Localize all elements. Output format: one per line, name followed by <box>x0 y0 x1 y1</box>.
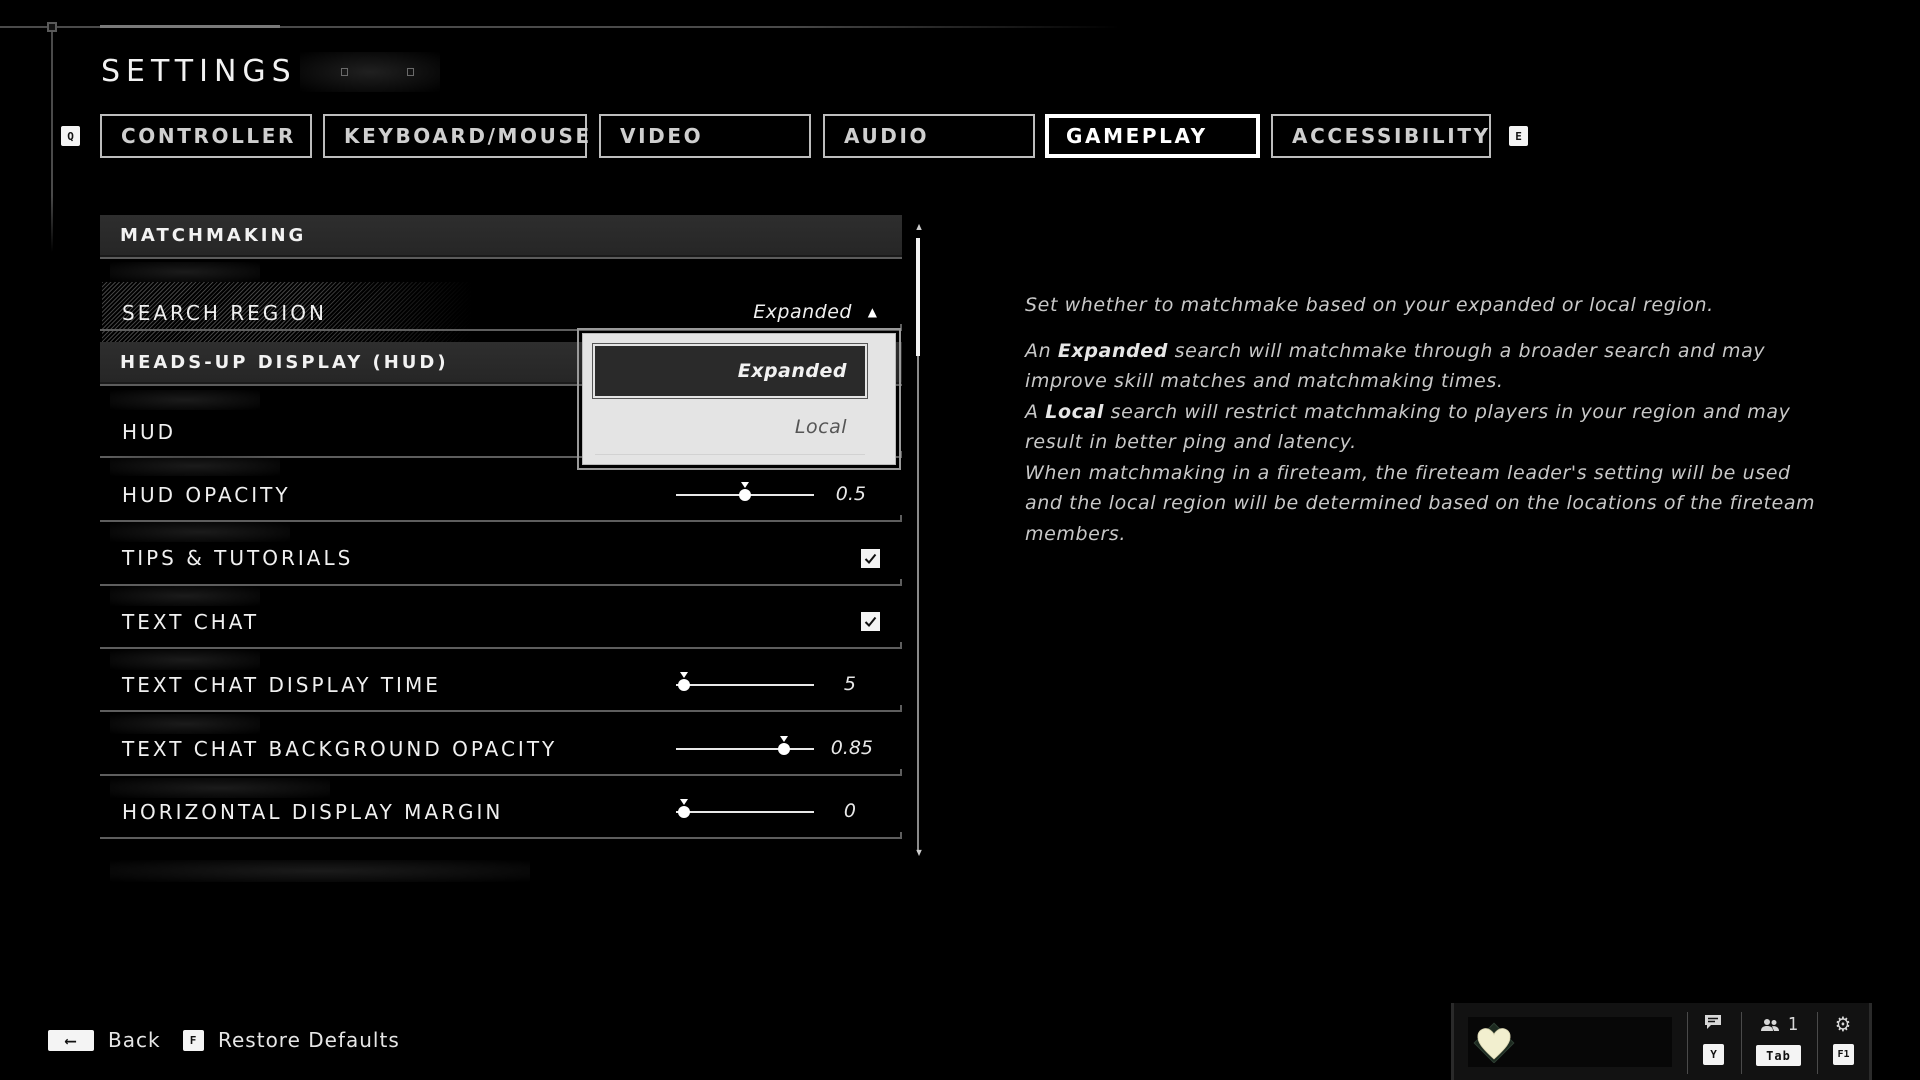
tips-tutorials-checkbox[interactable] <box>861 549 880 568</box>
row-ghost <box>110 262 260 282</box>
row-divider <box>100 832 902 839</box>
tab-accessibility[interactable]: ACCESSIBILITY <box>1271 114 1491 158</box>
tab-keyboard-mouse[interactable]: KEYBOARD/MOUSE <box>323 114 589 158</box>
section-title: HEADS-UP DISPLAY (HUD) <box>120 351 449 373</box>
setting-row-tips-tutorials[interactable]: TIPS & TUTORIALS <box>100 526 902 590</box>
text-chat-bg-opacity-value: 0.85 <box>830 737 873 759</box>
slider-marker-icon <box>741 482 749 488</box>
checkmark-icon <box>864 553 877 564</box>
row-divider <box>100 642 902 649</box>
scroll-up-arrow-icon[interactable]: ▲ <box>914 222 924 231</box>
setting-label: TEXT CHAT BACKGROUND OPACITY <box>122 737 558 761</box>
text-chat-bg-opacity-slider[interactable] <box>676 736 814 761</box>
fireteam-key-hint[interactable]: Tab <box>1756 1045 1801 1066</box>
slider-marker-icon <box>680 672 688 678</box>
setting-label: HORIZONTAL DISPLAY MARGIN <box>122 800 504 824</box>
next-tab-key-hint[interactable]: E <box>1509 126 1528 146</box>
fireteam-indicator[interactable]: 1 <box>1760 1014 1798 1035</box>
dropdown-option-local[interactable]: Local <box>595 402 865 452</box>
search-region-dropdown: Expanded Local <box>577 328 901 470</box>
fireteam-count: 1 <box>1788 1014 1799 1035</box>
heart-emblem-icon <box>1473 1022 1515 1063</box>
slider-track <box>676 811 814 813</box>
scroll-down-arrow-icon[interactable]: ▼ <box>914 848 924 857</box>
setting-description: Set whether to matchmake based on your e… <box>1025 290 1825 549</box>
text-chat-display-time-value: 5 <box>843 673 856 695</box>
row-divider <box>100 769 902 776</box>
checkmark-icon <box>864 616 877 627</box>
restore-defaults-label: Restore Defaults <box>218 1028 400 1052</box>
slider-track <box>676 748 814 750</box>
chat-key-hint[interactable]: Y <box>1703 1044 1724 1065</box>
setting-label: TEXT CHAT <box>122 610 260 634</box>
settings-key-hint[interactable]: F1 <box>1833 1044 1854 1065</box>
tab-gameplay[interactable]: GAMEPLAY <box>1045 114 1260 158</box>
description-paragraph: A Local search will restrict matchmaking… <box>1025 400 1791 454</box>
tab-controller[interactable]: CONTROLLER <box>100 114 312 158</box>
horizontal-margin-slider[interactable] <box>676 799 814 824</box>
scrollbar-thumb[interactable] <box>916 238 920 356</box>
setting-label: HUD OPACITY <box>122 483 291 507</box>
fireteam-icon <box>1761 1018 1779 1031</box>
settings-gear-icon[interactable]: ⚙ <box>1832 1012 1854 1036</box>
search-region-value: Expanded <box>753 301 852 323</box>
title-dot-icon <box>407 68 414 76</box>
player-nameplate[interactable] <box>1468 1017 1672 1067</box>
description-paragraph: An Expanded search will matchmake throug… <box>1025 339 1766 393</box>
back-label: Back <box>108 1028 161 1052</box>
back-button[interactable]: ⟵ Back <box>48 1028 161 1052</box>
restore-defaults-button[interactable]: F Restore Defaults <box>183 1028 400 1052</box>
row-divider <box>100 324 902 331</box>
dropdown-divider <box>595 454 865 455</box>
text-chat-checkbox[interactable] <box>861 612 880 631</box>
title-decoration <box>300 52 440 92</box>
tab-video[interactable]: VIDEO <box>599 114 811 158</box>
section-header-matchmaking: MATCHMAKING <box>100 215 902 257</box>
slider-marker-icon <box>780 736 789 742</box>
horizontal-margin-value: 0 <box>843 800 856 822</box>
back-arrow-icon: ⟵ <box>48 1029 94 1051</box>
caret-up-icon: ▲ <box>867 305 880 319</box>
slider-thumb[interactable] <box>778 743 791 755</box>
prev-tab-key-hint[interactable]: Q <box>61 126 80 146</box>
slider-thumb[interactable] <box>678 679 690 691</box>
section-divider <box>100 257 902 259</box>
hud-opacity-value: 0.5 <box>835 483 866 505</box>
frame-vertical-line <box>51 27 53 252</box>
hud-opacity-slider[interactable] <box>676 482 814 507</box>
restore-key-hint: F <box>183 1029 204 1051</box>
slider-thumb[interactable] <box>739 489 751 501</box>
frame-corner-node <box>47 22 57 32</box>
chat-icon[interactable] <box>1703 1013 1725 1033</box>
header-frame-highlight <box>100 25 280 28</box>
description-line: Set whether to matchmake based on your e… <box>1025 294 1714 316</box>
separator <box>1741 1012 1742 1074</box>
setting-label: TEXT CHAT DISPLAY TIME <box>122 673 441 697</box>
setting-label: SEARCH REGION <box>122 301 327 325</box>
tab-audio[interactable]: AUDIO <box>823 114 1035 158</box>
slider-thumb[interactable] <box>678 806 690 818</box>
row-ghost <box>110 860 530 882</box>
setting-row-text-chat[interactable]: TEXT CHAT <box>100 590 902 654</box>
row-divider <box>100 705 902 712</box>
dropdown-option-expanded[interactable]: Expanded <box>592 343 868 399</box>
page-title: SETTINGS <box>101 54 297 89</box>
text-chat-display-time-slider[interactable] <box>676 672 814 697</box>
setting-label: TIPS & TUTORIALS <box>122 546 354 570</box>
separator <box>1817 1012 1818 1074</box>
slider-marker-icon <box>680 799 688 805</box>
description-paragraph: When matchmaking in a fireteam, the fire… <box>1025 461 1816 545</box>
separator <box>1687 1012 1688 1074</box>
setting-label: HUD <box>122 420 177 444</box>
title-dot-icon <box>341 68 348 76</box>
section-title: MATCHMAKING <box>120 224 307 246</box>
slider-track <box>676 684 814 686</box>
